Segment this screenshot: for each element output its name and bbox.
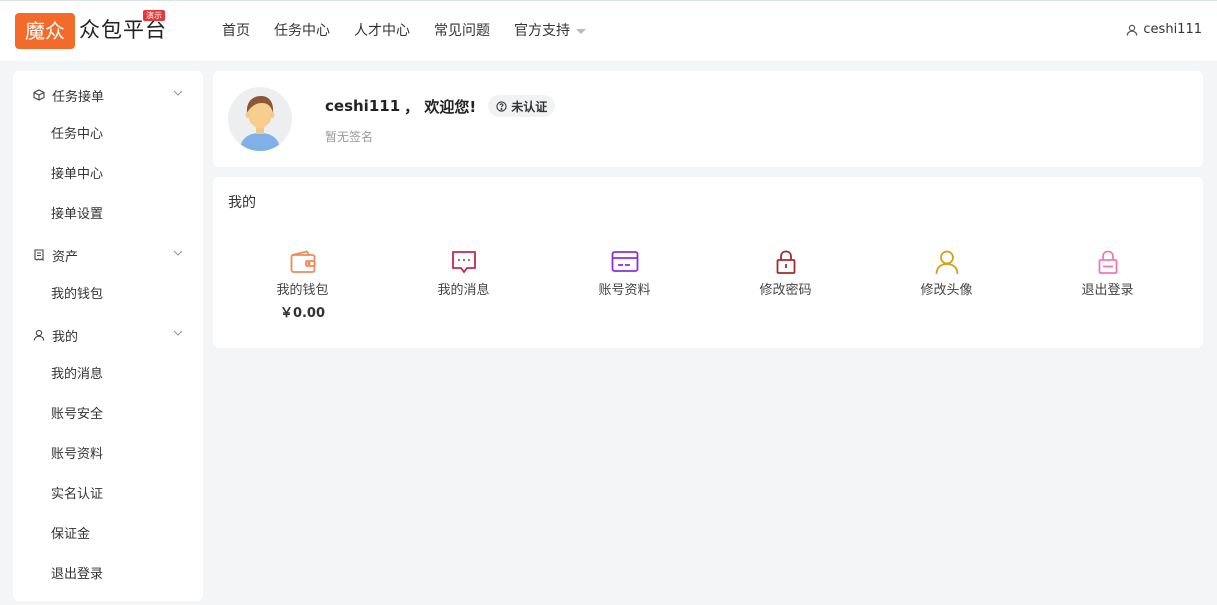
signature-text: 暂无签名 xyxy=(325,130,374,144)
sidebar-group-mine[interactable]: 我的 xyxy=(13,315,203,355)
profile-card: ceshi111 ， 欢迎您! 未认证 暂无签名 xyxy=(213,71,1203,167)
mine-item-account-profile[interactable]: 账号资料 xyxy=(544,249,705,321)
mine-card: 我的 我的钱包 ￥0.00 我的消息 账号资料 修改密码 修改头像 退出登录 xyxy=(213,177,1203,348)
mine-item-change-avatar[interactable]: 修改头像 xyxy=(866,249,1027,321)
sidebar-group-label: 资产 xyxy=(52,249,79,265)
mine-item-label: 修改密码 xyxy=(759,283,812,298)
sidebar-item-order-settings[interactable]: 接单设置 xyxy=(13,195,203,235)
user-menu[interactable]: ceshi111 xyxy=(1126,22,1202,37)
nav-home[interactable]: 首页 xyxy=(222,21,250,41)
nav-official-support-label: 官方支持 xyxy=(514,23,570,39)
nav-talent-center[interactable]: 人才中心 xyxy=(354,21,410,41)
logo-badge[interactable]: 魔众 xyxy=(15,13,75,49)
top-bar: 魔众 众包平台 演示 首页 任务中心 人才中心 常见问题 官方支持 ceshi1… xyxy=(0,0,1217,61)
avatar[interactable] xyxy=(228,87,292,151)
user-icon xyxy=(33,329,45,341)
cert-status-badge[interactable]: 未认证 xyxy=(488,95,556,117)
sidebar-item-my-messages[interactable]: 我的消息 xyxy=(13,355,203,395)
nav-official-support[interactable]: 官方支持 xyxy=(514,21,586,41)
chevron-down-icon xyxy=(173,330,183,336)
wallet-icon xyxy=(290,250,315,273)
demo-tag: 演示 xyxy=(143,10,165,21)
sidebar-item-my-wallet[interactable]: 我的钱包 xyxy=(13,275,203,315)
lock-icon xyxy=(776,250,795,274)
nav-task-center[interactable]: 任务中心 xyxy=(274,21,330,41)
question-circle-icon xyxy=(496,100,507,112)
profile-name: ceshi111 xyxy=(325,97,401,115)
sidebar-item-task-center[interactable]: 任务中心 xyxy=(13,115,203,155)
sidebar-group-tasks[interactable]: 任务接单 xyxy=(13,75,203,115)
mine-item-change-password[interactable]: 修改密码 xyxy=(705,249,866,321)
sidebar-group-label: 我的 xyxy=(52,329,79,345)
sidebar-item-real-name-auth[interactable]: 实名认证 xyxy=(13,475,203,515)
caret-down-icon xyxy=(576,28,586,34)
nav-faq[interactable]: 常见问题 xyxy=(434,21,490,41)
welcome-text: ， 欢迎您! xyxy=(404,97,477,116)
wallet-balance: ￥0.00 xyxy=(279,306,326,321)
sidebar-item-order-center[interactable]: 接单中心 xyxy=(13,155,203,195)
sidebar: 任务接单 任务中心 接单中心 接单设置 资产 我的钱包 我的 我的消息 账号安全… xyxy=(13,71,203,601)
chevron-down-icon xyxy=(173,90,183,96)
chevron-down-icon xyxy=(173,250,183,256)
cube-icon xyxy=(33,89,45,101)
section-title: 我的 xyxy=(228,195,256,211)
sidebar-item-account-security[interactable]: 账号安全 xyxy=(13,395,203,435)
mine-item-messages[interactable]: 我的消息 xyxy=(383,249,544,321)
mine-item-label: 我的消息 xyxy=(437,283,490,298)
sidebar-item-deposit[interactable]: 保证金 xyxy=(13,515,203,555)
mine-item-label: 退出登录 xyxy=(1081,283,1134,298)
mine-item-wallet[interactable]: 我的钱包 ￥0.00 xyxy=(222,249,383,321)
main-nav: 首页 任务中心 人才中心 常见问题 官方支持 xyxy=(222,21,610,41)
avatar-image xyxy=(240,96,280,151)
cert-status-label: 未认证 xyxy=(511,99,548,114)
user-icon xyxy=(935,250,958,275)
lock-icon xyxy=(1098,250,1117,274)
mine-item-label: 账号资料 xyxy=(598,283,651,298)
receipt-icon xyxy=(34,249,44,261)
mine-item-label: 我的钱包 xyxy=(276,283,329,298)
mine-item-logout[interactable]: 退出登录 xyxy=(1027,249,1188,321)
card-icon xyxy=(611,251,638,272)
mine-grid: 我的钱包 ￥0.00 我的消息 账号资料 修改密码 修改头像 退出登录 xyxy=(213,249,1203,321)
message-icon xyxy=(451,251,476,274)
sidebar-group-label: 任务接单 xyxy=(52,89,105,105)
sidebar-group-assets[interactable]: 资产 xyxy=(13,235,203,275)
user-icon xyxy=(1127,24,1138,36)
sidebar-item-logout[interactable]: 退出登录 xyxy=(13,555,203,595)
welcome-line: ceshi111 ， 欢迎您! 未认证 xyxy=(325,95,556,117)
mine-item-label: 修改头像 xyxy=(920,283,973,298)
username-label: ceshi111 xyxy=(1143,22,1202,37)
sidebar-item-account-profile[interactable]: 账号资料 xyxy=(13,435,203,475)
